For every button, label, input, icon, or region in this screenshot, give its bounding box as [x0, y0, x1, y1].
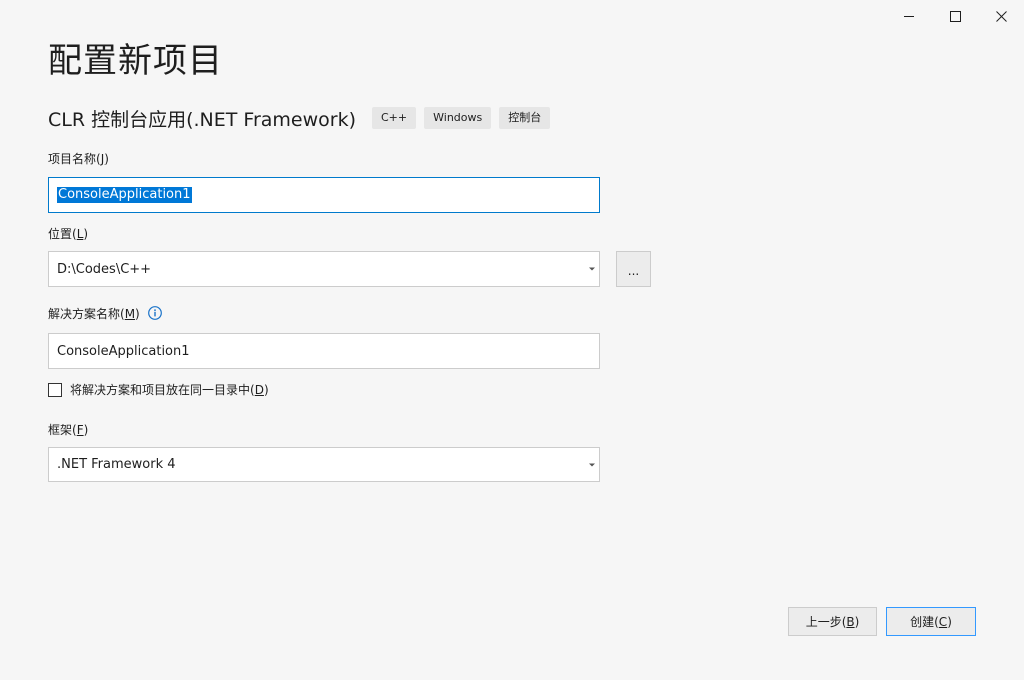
maximize-icon[interactable] [932, 0, 978, 32]
framework-combobox[interactable]: .NET Framework 4 [48, 447, 600, 482]
chevron-down-icon[interactable] [589, 463, 595, 466]
framework-value: .NET Framework 4 [57, 457, 176, 472]
same-directory-label: 将解决方案和项目放在同一目录中(D) [70, 383, 269, 397]
window-controls [886, 0, 1024, 32]
configure-project-window: 配置新项目 CLR 控制台应用(.NET Framework) C++ Wind… [0, 0, 1024, 680]
project-name-input[interactable]: ConsoleApplication1 [48, 177, 600, 213]
location-combobox[interactable]: D:\Codes\C++ [48, 251, 600, 287]
close-icon[interactable] [978, 0, 1024, 32]
project-name-value: ConsoleApplication1 [57, 187, 192, 203]
info-icon[interactable] [147, 306, 162, 320]
tag-project-type: 控制台 [499, 107, 551, 129]
template-name: CLR 控制台应用(.NET Framework) [48, 108, 356, 131]
framework-label: 框架(F) [48, 423, 89, 437]
back-button[interactable]: 上一步(B) [788, 607, 877, 636]
template-info: CLR 控制台应用(.NET Framework) C++ Windows 控制… [48, 104, 558, 132]
location-value: D:\Codes\C++ [57, 261, 152, 277]
same-directory-checkbox[interactable] [48, 382, 62, 397]
chevron-down-icon[interactable] [589, 267, 595, 271]
page-title: 配置新项目 [48, 41, 223, 81]
create-button[interactable]: 创建(C) [886, 607, 976, 636]
browse-button[interactable]: ... [616, 251, 651, 287]
solution-name-value: ConsoleApplication1 [57, 343, 190, 359]
solution-name-input[interactable]: ConsoleApplication1 [48, 333, 600, 369]
tag-platform: Windows [424, 107, 492, 129]
location-label: 位置(L) [48, 227, 89, 241]
same-directory-option[interactable]: 将解决方案和项目放在同一目录中(D) [48, 381, 269, 398]
tag-language: C++ [372, 107, 417, 129]
project-name-label: 项目名称(J) [48, 152, 109, 166]
solution-name-label: 解决方案名称(M) [48, 306, 162, 322]
minimize-icon[interactable] [886, 0, 932, 32]
